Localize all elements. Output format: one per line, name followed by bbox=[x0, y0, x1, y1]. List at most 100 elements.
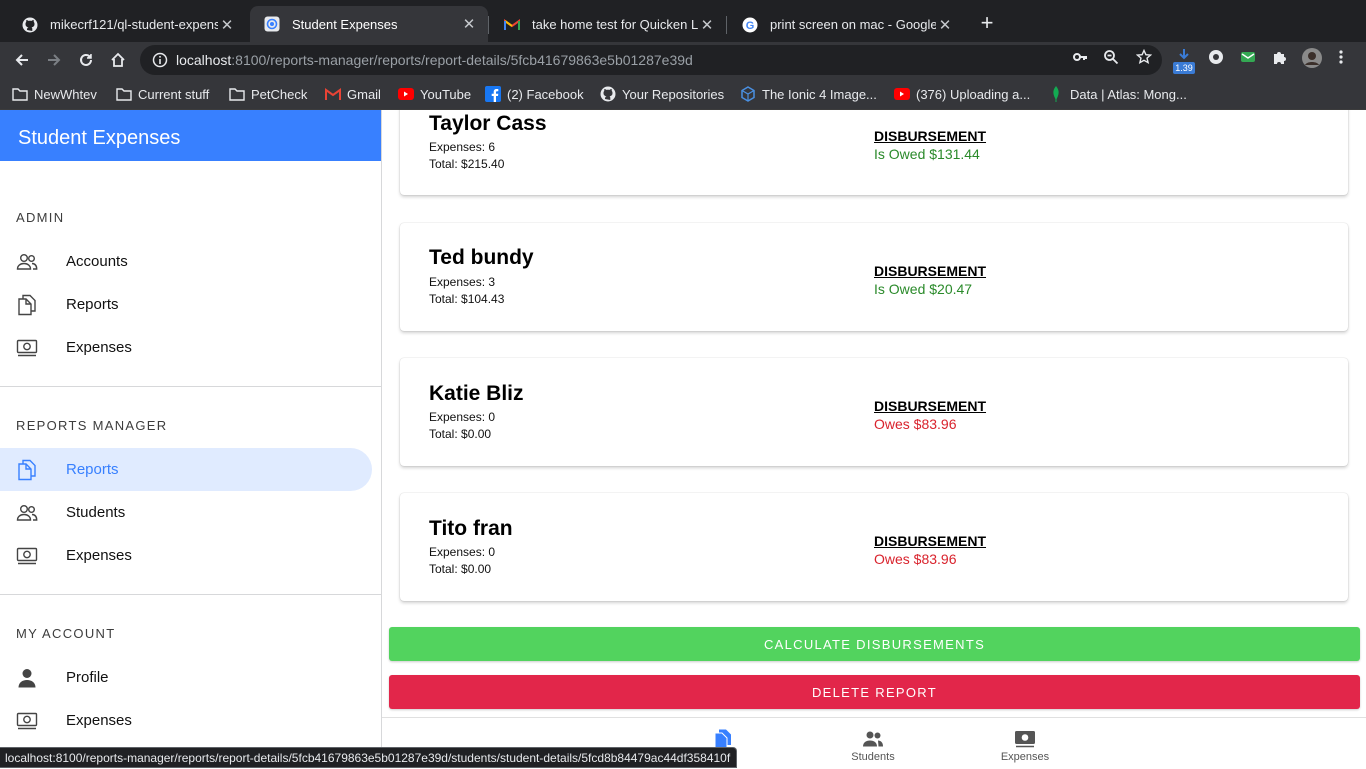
student-total: Total: $0.00 bbox=[429, 562, 492, 576]
delete-report-button[interactable]: DELETE REPORT bbox=[389, 675, 1360, 709]
link-status-bar: localhost:8100/reports-manager/reports/r… bbox=[0, 747, 738, 768]
reload-icon[interactable] bbox=[76, 50, 96, 70]
student-name: Tito fran bbox=[429, 517, 513, 540]
folder-icon bbox=[116, 86, 132, 102]
back-arrow-icon[interactable] bbox=[12, 50, 32, 70]
student-expense-count: Expenses: 0 bbox=[429, 410, 496, 424]
address-bar[interactable]: localhost:8100/reports-manager/reports/r… bbox=[140, 45, 1162, 75]
tab-students[interactable]: Students bbox=[823, 718, 923, 769]
svg-text:G: G bbox=[746, 20, 755, 32]
disbursement-value: Is Owed $20.47 bbox=[874, 281, 973, 297]
forward-arrow-icon[interactable] bbox=[44, 50, 64, 70]
gmail-icon bbox=[325, 86, 341, 102]
close-icon[interactable]: ✕ bbox=[936, 16, 954, 34]
disbursement-label: DISBURSEMENT bbox=[874, 398, 987, 414]
bookmark-your-repositories[interactable]: Your Repositories bbox=[600, 85, 724, 103]
folder-icon bbox=[229, 86, 245, 102]
menu-item-rm-expenses[interactable]: Expenses bbox=[0, 534, 381, 577]
bookmark-ionic-image[interactable]: The Ionic 4 Image... bbox=[740, 85, 877, 103]
menu-item-rm-students[interactable]: Students bbox=[0, 491, 381, 534]
google-icon: G bbox=[742, 17, 758, 33]
student-total: Total: $0.00 bbox=[429, 427, 492, 441]
documents-icon bbox=[16, 294, 38, 316]
bookmark-gmail[interactable]: Gmail bbox=[325, 85, 381, 103]
cube-icon bbox=[740, 86, 756, 102]
student-expense-count: Expenses: 0 bbox=[429, 545, 496, 559]
menu-kebab-icon[interactable] bbox=[1336, 49, 1346, 65]
bookmark-petcheck[interactable]: PetCheck bbox=[229, 85, 307, 103]
youtube-icon bbox=[398, 86, 414, 102]
people-icon bbox=[16, 502, 38, 524]
close-icon[interactable]: ✕ bbox=[460, 15, 478, 33]
new-tab-button[interactable]: + bbox=[976, 12, 998, 35]
menu-item-my-expenses[interactable]: Expenses bbox=[0, 699, 381, 742]
student-expense-count: Expenses: 6 bbox=[429, 140, 496, 154]
browser-tab-gmail[interactable]: take home test for Quicken Loa ✕ bbox=[490, 8, 726, 41]
student-card[interactable]: Ted bundy Expenses: 3 Total: $104.43 DIS… bbox=[400, 223, 1348, 331]
bookmark-label: Your Repositories bbox=[622, 86, 725, 102]
student-name: Taylor Cass bbox=[429, 112, 547, 135]
menu-item-label: Expenses bbox=[66, 547, 132, 564]
browser-tab-student-expenses[interactable]: Student Expenses ✕ bbox=[250, 6, 488, 42]
cash-icon bbox=[1014, 728, 1036, 750]
cash-icon bbox=[16, 337, 38, 359]
menu-item-admin-expenses[interactable]: Expenses bbox=[0, 326, 381, 369]
bookmark-newwhtev[interactable]: NewWhtev bbox=[12, 85, 97, 103]
extension-download-icon[interactable]: 1.39 bbox=[1172, 45, 1196, 75]
browser-tab-github[interactable]: mikecrf121/ql-student-expense ✕ bbox=[8, 8, 246, 41]
extensions-puzzle-icon[interactable] bbox=[1272, 49, 1288, 65]
cash-icon bbox=[16, 545, 38, 567]
bookmark-uploading[interactable]: (376) Uploading a... bbox=[894, 85, 1030, 103]
tab-expenses[interactable]: Expenses bbox=[975, 718, 1075, 769]
student-card[interactable]: Katie Bliz Expenses: 0 Total: $0.00 DISB… bbox=[400, 358, 1348, 466]
menu-item-rm-reports[interactable]: Reports bbox=[0, 448, 372, 491]
close-icon[interactable]: ✕ bbox=[698, 16, 716, 34]
home-icon[interactable] bbox=[108, 50, 128, 70]
section-title-my-account: MY ACCOUNT bbox=[16, 626, 116, 641]
gmail-icon bbox=[504, 17, 520, 33]
student-card[interactable]: Taylor Cass Expenses: 6 Total: $215.40 D… bbox=[400, 110, 1348, 195]
bookmark-youtube[interactable]: YouTube bbox=[398, 85, 471, 103]
bookmark-label: Data | Atlas: Mong... bbox=[1070, 86, 1187, 102]
menu-item-profile[interactable]: Profile bbox=[0, 656, 381, 699]
disbursement-label: DISBURSEMENT bbox=[874, 128, 987, 144]
bookmark-label: (2) Facebook bbox=[507, 86, 584, 102]
menu-item-admin-reports[interactable]: Reports bbox=[0, 283, 381, 326]
report-details-content: Taylor Cass Expenses: 6 Total: $215.40 D… bbox=[382, 110, 1366, 717]
bookmark-atlas-mongo[interactable]: Data | Atlas: Mong... bbox=[1048, 85, 1187, 103]
extension-circle-icon[interactable] bbox=[1208, 49, 1224, 65]
ionic-icon bbox=[264, 16, 280, 32]
browser-tab-strip: mikecrf121/ql-student-expense ✕ Student … bbox=[0, 0, 1366, 48]
browser-toolbar: localhost:8100/reports-manager/reports/r… bbox=[0, 42, 1366, 78]
person-icon bbox=[16, 667, 38, 689]
menu-item-admin-accounts[interactable]: Accounts bbox=[0, 240, 381, 283]
folder-icon bbox=[12, 86, 28, 102]
close-icon[interactable]: ✕ bbox=[218, 16, 236, 34]
calculate-disbursements-button[interactable]: CALCULATE DISBURSEMENTS bbox=[389, 627, 1360, 661]
url-host: localhost bbox=[176, 52, 232, 68]
browser-tab-google[interactable]: G print screen on mac - Google S ✕ bbox=[728, 8, 964, 41]
student-total: Total: $215.40 bbox=[429, 157, 505, 171]
tab-title: mikecrf121/ql-student-expense bbox=[50, 17, 218, 32]
people-icon bbox=[16, 251, 38, 273]
tab-label: Students bbox=[851, 751, 895, 763]
disbursement-label: DISBURSEMENT bbox=[874, 533, 987, 549]
zoom-icon[interactable] bbox=[1103, 49, 1119, 65]
bookmark-label: NewWhtev bbox=[34, 86, 97, 102]
youtube-icon bbox=[894, 86, 910, 102]
info-icon[interactable] bbox=[152, 52, 168, 68]
menu-item-label: Accounts bbox=[66, 253, 128, 270]
tab-title: Student Expenses bbox=[292, 16, 398, 32]
bookmark-facebook[interactable]: (2) Facebook bbox=[485, 85, 584, 103]
menu-item-label: Students bbox=[66, 504, 126, 521]
menu-item-label: Expenses bbox=[66, 339, 132, 356]
url-path: :8100/reports-manager/reports/report-det… bbox=[231, 52, 693, 68]
avatar[interactable] bbox=[1302, 48, 1322, 68]
github-icon bbox=[22, 17, 38, 33]
star-icon[interactable] bbox=[1136, 49, 1152, 65]
key-icon[interactable] bbox=[1072, 49, 1088, 65]
student-card[interactable]: Tito fran Expenses: 0 Total: $0.00 DISBU… bbox=[400, 493, 1348, 601]
bookmark-current-stuff[interactable]: Current stuff bbox=[116, 85, 209, 103]
extension-mail-icon[interactable] bbox=[1240, 49, 1256, 65]
bookmark-label: (376) Uploading a... bbox=[916, 86, 1031, 102]
